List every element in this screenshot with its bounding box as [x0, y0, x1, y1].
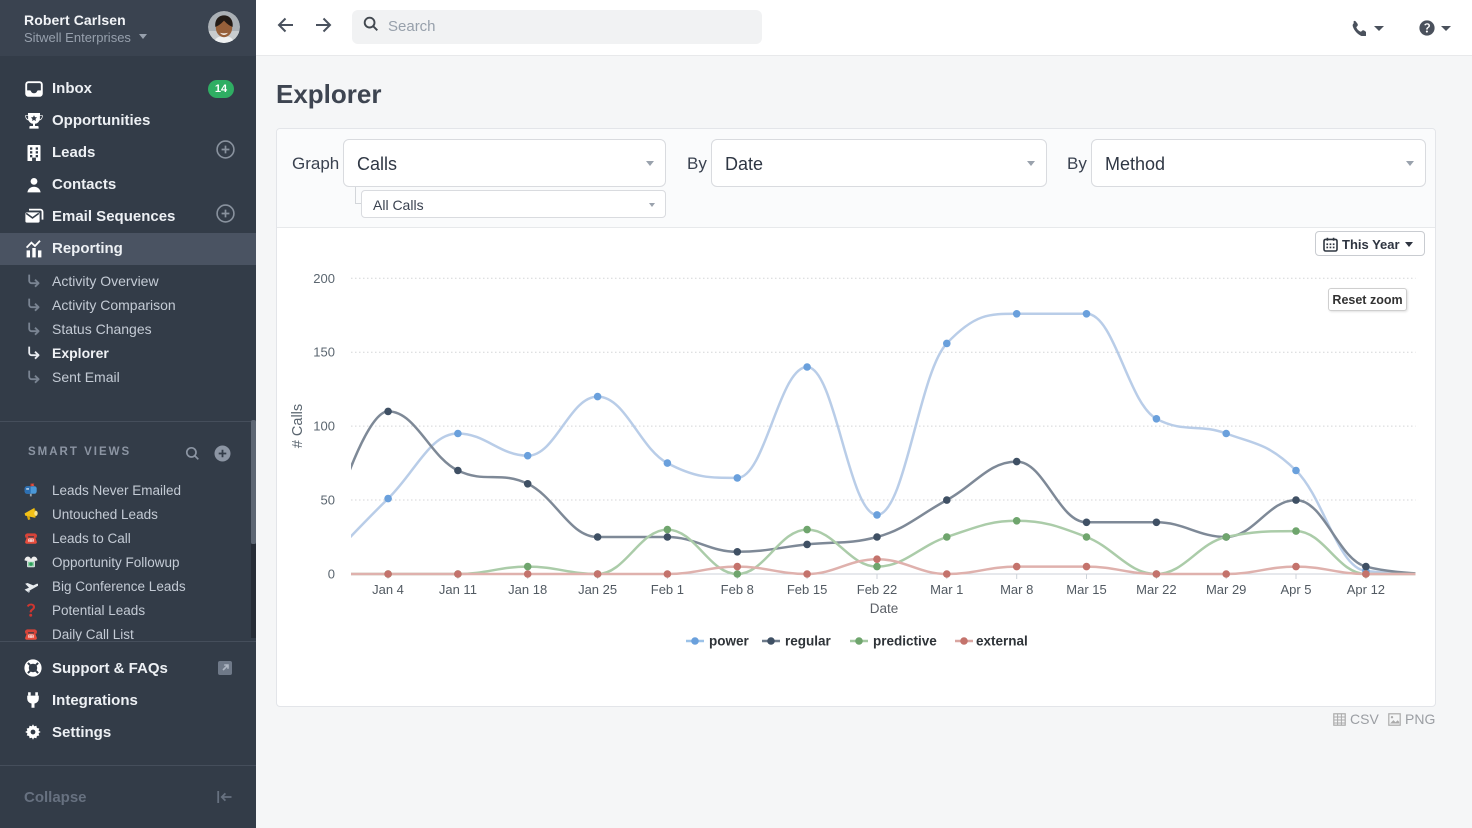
- svg-text:Apr 5: Apr 5: [1280, 582, 1311, 597]
- svg-text:external: external: [976, 634, 1028, 649]
- svg-text:150: 150: [313, 345, 335, 360]
- svg-text:Jan 25: Jan 25: [578, 582, 617, 597]
- svg-text:100: 100: [313, 419, 335, 434]
- svg-text:power: power: [709, 634, 750, 649]
- svg-text:predictive: predictive: [873, 634, 937, 649]
- svg-text:Feb 15: Feb 15: [787, 582, 827, 597]
- svg-text:Mar 15: Mar 15: [1066, 582, 1106, 597]
- svg-text:Mar 8: Mar 8: [1000, 582, 1033, 597]
- svg-text:regular: regular: [785, 634, 832, 649]
- svg-text:Date: Date: [870, 601, 899, 616]
- svg-text:50: 50: [321, 493, 335, 508]
- svg-text:Apr 12: Apr 12: [1347, 582, 1385, 597]
- svg-text:Mar 29: Mar 29: [1206, 582, 1246, 597]
- svg-text:Mar 1: Mar 1: [930, 582, 963, 597]
- svg-text:0: 0: [328, 567, 335, 582]
- svg-text:Jan 4: Jan 4: [372, 582, 404, 597]
- svg-text:Feb 1: Feb 1: [651, 582, 684, 597]
- svg-text:200: 200: [313, 271, 335, 286]
- svg-text:Mar 22: Mar 22: [1136, 582, 1176, 597]
- svg-text:Feb 22: Feb 22: [857, 582, 897, 597]
- svg-text:Jan 18: Jan 18: [508, 582, 547, 597]
- svg-text:Feb 8: Feb 8: [721, 582, 754, 597]
- svg-text:# Calls: # Calls: [290, 404, 306, 448]
- svg-text:Jan 11: Jan 11: [439, 582, 477, 597]
